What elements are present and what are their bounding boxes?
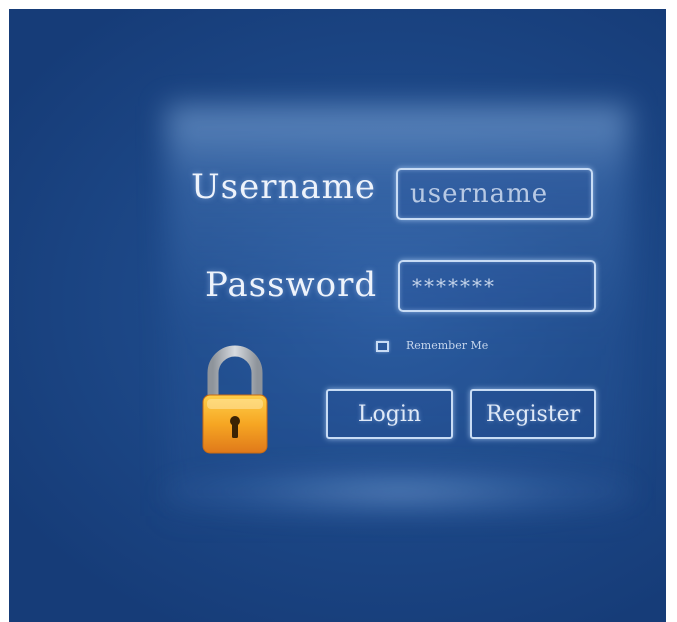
padlock-icon [199, 339, 271, 457]
panel-reflection [159, 464, 639, 519]
login-button[interactable]: Login [326, 389, 453, 439]
remember-me-label: Remember Me [406, 339, 489, 352]
username-field-value: username [410, 179, 549, 209]
username-label: Username [191, 167, 377, 207]
login-screen: Username username Password ******* Remem… [9, 9, 666, 622]
password-label: Password [205, 265, 378, 305]
register-button[interactable]: Register [470, 389, 596, 439]
username-field[interactable]: username [396, 168, 593, 220]
password-field[interactable]: ******* [398, 260, 596, 312]
remember-me-checkbox[interactable] [376, 341, 389, 352]
password-field-value: ******* [412, 274, 496, 298]
